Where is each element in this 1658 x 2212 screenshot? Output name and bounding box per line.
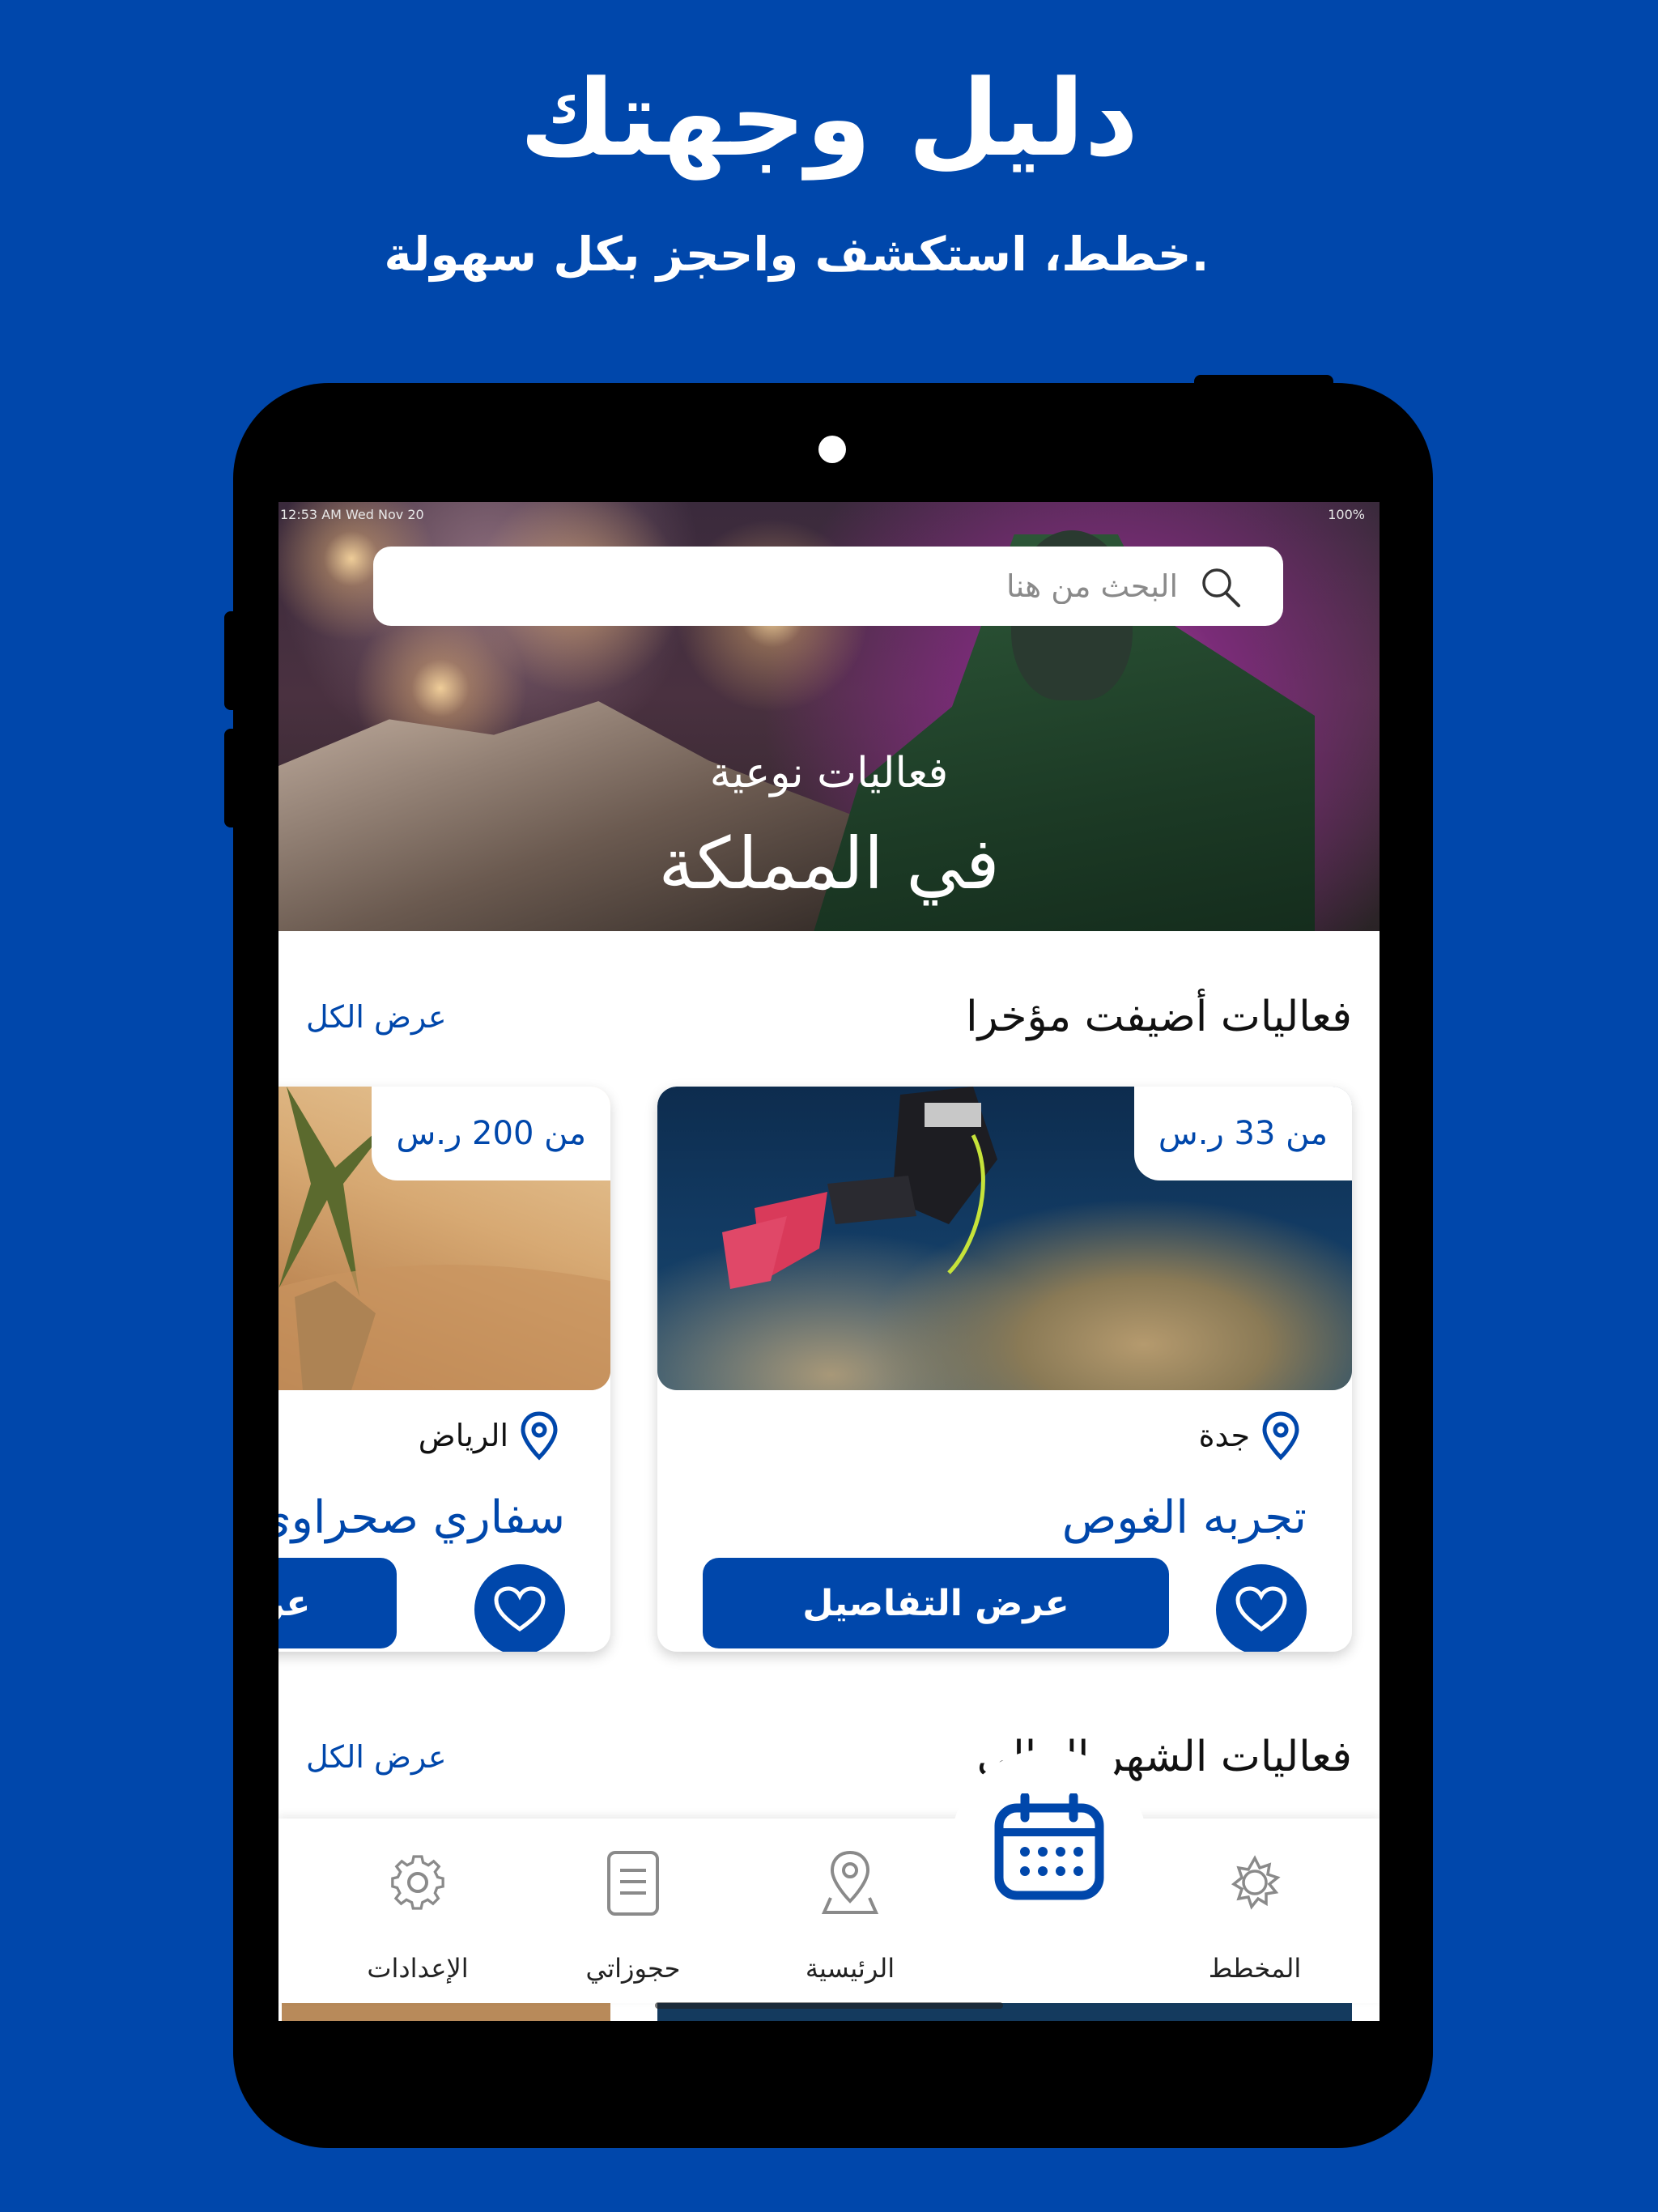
section-current-month-view-all[interactable]: عرض الكل [306, 1739, 447, 1775]
heart-icon [1235, 1586, 1287, 1632]
bottom-nav: الإعدادات حجوزاتي الرئيسية المخطط [278, 1819, 1380, 2003]
nav-label-settings: الإعدادات [367, 1953, 469, 1984]
promo-subline: .خطط، استكشف واحجز بكل سهولة [384, 227, 1209, 282]
nav-item-bookings[interactable]: حجوزاتي [544, 1819, 722, 2003]
diver-illustration [722, 1087, 997, 1289]
card-title-safari[interactable]: سفاري صحراوي [278, 1491, 565, 1544]
nav-item-home[interactable]: الرئيسية [761, 1819, 939, 2003]
hero-banner[interactable]: 12:53 AM Wed Nov 20 100% فعاليات نوعية ف… [278, 502, 1380, 931]
card-title-diving[interactable]: تجربه الغوص [1062, 1491, 1307, 1544]
location-pin-icon [1262, 1411, 1299, 1461]
hero-subtitle: فعاليات نوعية [709, 749, 949, 798]
location-pin-icon [521, 1411, 558, 1461]
nav-item-planner[interactable]: المخطط [1166, 1819, 1344, 2003]
next-card-peek-left [282, 2001, 610, 2021]
card-location-diving: جدة [1199, 1410, 1302, 1461]
calendar-fab[interactable] [950, 1749, 1148, 1946]
search-input[interactable] [692, 564, 1178, 608]
card-location-safari: الرياض [419, 1410, 560, 1461]
status-battery: 100% [1328, 507, 1365, 522]
event-card-diving[interactable]: من 33 ر.س جدة تجربه الغوص عرض التفاصيل [657, 1087, 1352, 1652]
dune-shape [278, 1265, 610, 1390]
sun-icon [1231, 1855, 1281, 1910]
card-location-label: الرياض [418, 1418, 508, 1453]
section-recent-view-all[interactable]: عرض الكل [306, 999, 447, 1035]
app-screen: 12:53 AM Wed Nov 20 100% فعاليات نوعية ف… [278, 502, 1380, 2021]
card-price-diving: من 33 ر.س [1133, 1087, 1352, 1180]
status-time: 12:53 AM Wed Nov 20 [280, 507, 424, 522]
nav-label-planner: المخطط [1208, 1953, 1302, 1984]
view-details-button-diving[interactable]: عرض التفاصيل [703, 1558, 1169, 1648]
calendar-icon [994, 1793, 1104, 1900]
heart-icon [494, 1586, 546, 1632]
nav-item-settings[interactable]: الإعدادات [329, 1819, 507, 2003]
promo-headline: دليل وجهتك [519, 57, 1139, 180]
document-icon [607, 1851, 659, 1916]
favorite-button-safari[interactable] [474, 1564, 565, 1652]
hero-title: في المملكة [658, 822, 1000, 905]
search-icon[interactable] [1197, 564, 1243, 610]
home-indicator [655, 2002, 1003, 2009]
event-card-safari[interactable]: من 200 ر.س الرياض سفاري صحراوي عرض التفا… [278, 1087, 610, 1652]
favorite-button-diving[interactable] [1216, 1564, 1307, 1652]
front-camera [818, 436, 846, 463]
map-pin-icon [821, 1850, 879, 1914]
view-details-button-safari[interactable]: عرض التفاصيل [278, 1558, 397, 1648]
card-price-safari: من 200 ر.س [372, 1087, 610, 1180]
search-bar[interactable] [373, 547, 1283, 626]
section-recent-title: فعاليات أضيفت مؤخرا [966, 993, 1352, 1041]
card-location-label: جدة [1198, 1418, 1250, 1453]
status-bar: 12:53 AM Wed Nov 20 100% [278, 502, 1380, 525]
nav-label-bookings: حجوزاتي [585, 1953, 681, 1984]
settings-icon [391, 1855, 444, 1910]
nav-label-home: الرئيسية [805, 1953, 895, 1984]
